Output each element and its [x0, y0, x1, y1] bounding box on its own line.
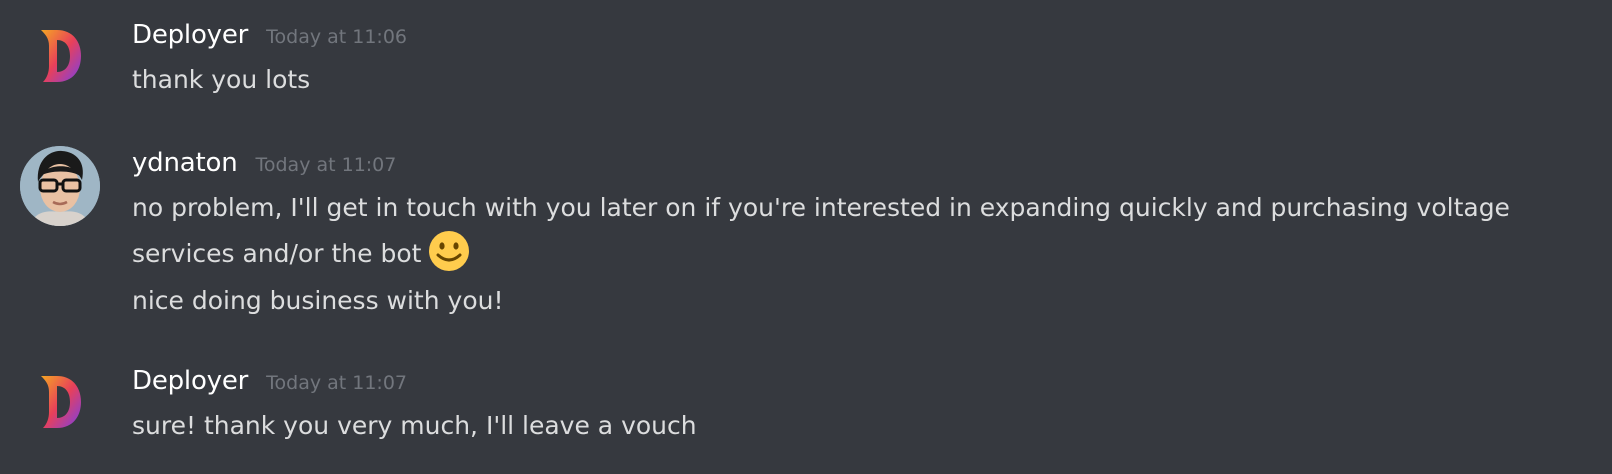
- message-header: Deployer Today at 11:07: [132, 366, 407, 396]
- author-name[interactable]: Deployer: [132, 20, 248, 50]
- message-text: sure! thank you very much, I'll leave a …: [132, 411, 697, 440]
- deployer-avatar[interactable]: [20, 362, 100, 442]
- message-text: services and/or the bot: [132, 239, 422, 268]
- message-header: Deployer Today at 11:06: [132, 20, 407, 50]
- message-text: no problem, I'll get in touch with you l…: [132, 193, 1510, 222]
- message-text-line: services and/or the bot: [132, 229, 471, 275]
- chat-message-list: Deployer Today at 11:06 thank you lots y…: [0, 0, 1612, 474]
- deployer-avatar[interactable]: [20, 16, 100, 96]
- author-name[interactable]: Deployer: [132, 366, 248, 396]
- message-text: nice doing business with you!: [132, 286, 504, 315]
- deployer-logo-icon: [41, 30, 81, 82]
- message-timestamp[interactable]: Today at 11:07: [266, 372, 407, 394]
- slightly-smiling-face-icon: [427, 229, 471, 273]
- ydnaton-avatar[interactable]: [20, 146, 100, 226]
- message-timestamp[interactable]: Today at 11:06: [266, 26, 407, 48]
- message-header: ydnaton Today at 11:07: [132, 148, 396, 178]
- user-avatar-photo: [20, 146, 100, 226]
- author-name[interactable]: ydnaton: [132, 148, 238, 178]
- deployer-logo-icon: [41, 376, 81, 428]
- message-text: thank you lots: [132, 65, 311, 94]
- message-timestamp[interactable]: Today at 11:07: [255, 154, 396, 176]
